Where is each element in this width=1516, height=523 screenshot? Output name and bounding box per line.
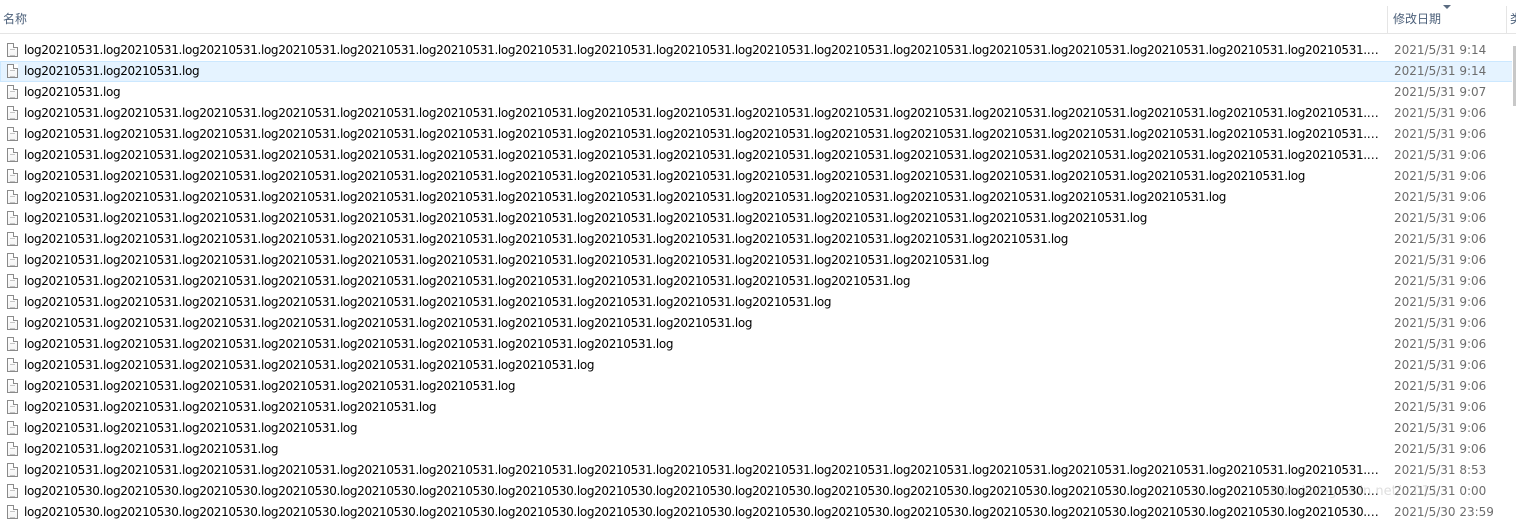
file-name[interactable]: log20210531.log20210531.log20210531.log2… — [24, 146, 1381, 165]
file-name[interactable]: log20210531.log20210531.log — [24, 62, 1381, 81]
file-row[interactable]: log20210531.log20210531.log20210531.log2… — [0, 418, 1516, 439]
file-modified-date: 2021/5/31 9:07 — [1394, 85, 1487, 99]
text-file-icon — [7, 253, 18, 267]
file-row[interactable]: log20210531.log20210531.log20210531.log2… — [0, 208, 1516, 229]
file-name[interactable]: log20210531.log20210531.log20210531.log2… — [24, 251, 1381, 270]
text-file-icon — [7, 190, 18, 204]
file-modified-date: 2021/5/31 9:06 — [1394, 442, 1487, 456]
file-name[interactable]: log20210531.log20210531.log20210531.log2… — [24, 104, 1381, 123]
file-modified-date: 2021/5/31 9:06 — [1394, 337, 1487, 351]
text-file-icon — [7, 274, 18, 288]
file-row[interactable]: log20210531.log20210531.log20210531.log2… — [0, 355, 1516, 376]
file-modified-date: 2021/5/31 9:06 — [1394, 232, 1487, 246]
file-name[interactable]: log20210531.log20210531.log20210531.log2… — [24, 125, 1381, 144]
file-list: log20210531.log20210531.log20210531.log 2… — [0, 40, 1516, 523]
file-name[interactable]: log20210530.log20210530.log20210530.log2… — [24, 503, 1381, 522]
file-row[interactable]: log20210530.log20210530.log20210530.log2… — [0, 502, 1516, 523]
text-file-icon — [7, 484, 18, 498]
file-modified-date: 2021/5/31 9:06 — [1394, 148, 1487, 162]
file-row[interactable]: log20210531.log20210531.log20210531.log2… — [0, 124, 1516, 145]
text-file-icon — [7, 400, 18, 414]
text-file-icon — [7, 295, 18, 309]
file-row[interactable]: log20210531.log20210531.log20210531.log2… — [0, 187, 1516, 208]
file-name[interactable]: log20210531.log20210531.log20210531.log2… — [24, 188, 1381, 207]
text-file-icon — [7, 316, 18, 330]
file-modified-date: 2021/5/31 9:06 — [1394, 190, 1487, 204]
text-file-icon — [7, 211, 18, 225]
file-row[interactable]: log20210531.log20210531.log20210531.log2… — [0, 460, 1516, 481]
file-modified-date: 2021/5/30 23:59 — [1394, 505, 1494, 519]
file-row[interactable]: log20210531.log20210531.log20210531.log2… — [0, 313, 1516, 334]
file-name[interactable]: log20210531.log20210531.log20210531.log — [24, 440, 1381, 459]
file-name[interactable]: log20210531.log20210531.log20210531.log2… — [24, 314, 1381, 333]
text-file-icon — [7, 505, 18, 519]
file-name[interactable]: log20210531.log20210531.log20210531.log2… — [24, 167, 1381, 186]
file-row[interactable]: log20210531.log20210531.log20210531.log2… — [0, 145, 1516, 166]
text-file-icon — [7, 148, 18, 162]
file-name[interactable]: log20210531.log20210531.log20210531.log2… — [24, 209, 1381, 228]
vertical-scrollbar[interactable] — [1512, 40, 1516, 515]
file-modified-date: 2021/5/31 9:06 — [1394, 211, 1487, 225]
file-name[interactable]: log20210531.log20210531.log20210531.log2… — [24, 272, 1381, 291]
file-name[interactable]: log20210531.log20210531.log20210531.log2… — [24, 41, 1381, 60]
text-file-icon — [7, 127, 18, 141]
sort-descending-icon — [1443, 5, 1451, 9]
text-file-icon — [7, 358, 18, 372]
file-modified-date: 2021/5/31 9:06 — [1394, 400, 1487, 414]
file-row[interactable]: log20210531.log20210531.log20210531.log2… — [0, 40, 1516, 61]
file-row[interactable]: log20210531.log20210531.log20210531.log2… — [0, 103, 1516, 124]
file-name[interactable]: log20210531.log20210531.log20210531.log2… — [24, 461, 1381, 480]
text-file-icon — [7, 64, 18, 78]
file-name[interactable]: log20210531.log20210531.log20210531.log2… — [24, 398, 1381, 417]
file-row[interactable]: log20210531.log 2021/5/31 9:07 — [0, 82, 1516, 103]
column-header-bar: 名称 修改日期 类 — [0, 5, 1516, 34]
file-name[interactable]: log20210531.log20210531.log20210531.log2… — [24, 230, 1381, 249]
file-modified-date: 2021/5/31 9:06 — [1394, 295, 1487, 309]
file-row[interactable]: log20210531.log20210531.log20210531.log2… — [0, 271, 1516, 292]
file-modified-date: 2021/5/31 9:06 — [1394, 169, 1487, 183]
file-modified-date: 2021/5/31 9:14 — [1394, 64, 1487, 78]
file-name[interactable]: log20210531.log20210531.log20210531.log2… — [24, 419, 1381, 438]
watermark: https://blog.csdn.net/...011 — [1262, 484, 1439, 499]
file-modified-date: 2021/5/31 9:06 — [1394, 274, 1487, 288]
file-name[interactable]: log20210531.log20210531.log20210531.log2… — [24, 356, 1381, 375]
text-file-icon — [7, 106, 18, 120]
file-row[interactable]: log20210531.log20210531.log20210531.log2… — [0, 397, 1516, 418]
text-file-icon — [7, 85, 18, 99]
file-name[interactable]: log20210531.log20210531.log20210531.log2… — [24, 293, 1381, 312]
file-row[interactable]: log20210531.log20210531.log20210531.log2… — [0, 292, 1516, 313]
file-row[interactable]: log20210531.log20210531.log20210531.log2… — [0, 229, 1516, 250]
text-file-icon — [7, 43, 18, 57]
file-modified-date: 2021/5/31 9:06 — [1394, 253, 1487, 267]
file-modified-date: 2021/5/31 9:06 — [1394, 127, 1487, 141]
text-file-icon — [7, 337, 18, 351]
file-row[interactable]: log20210531.log20210531.log 2021/5/31 9:1… — [0, 61, 1516, 82]
text-file-icon — [7, 232, 18, 246]
file-row[interactable]: log20210531.log20210531.log20210531.log2… — [0, 166, 1516, 187]
column-header-name[interactable]: 名称 — [0, 6, 1387, 33]
file-modified-date: 2021/5/31 8:53 — [1394, 463, 1487, 477]
file-modified-date: 2021/5/31 9:06 — [1394, 106, 1487, 120]
text-file-icon — [7, 421, 18, 435]
file-row[interactable]: log20210531.log20210531.log20210531.log2… — [0, 334, 1516, 355]
column-header-type[interactable]: 类 — [1507, 6, 1516, 33]
file-name[interactable]: log20210531.log20210531.log20210531.log2… — [24, 335, 1381, 354]
file-name[interactable]: log20210530.log20210530.log20210530.log2… — [24, 482, 1381, 501]
file-modified-date: 2021/5/31 9:06 — [1394, 379, 1487, 393]
file-name[interactable]: log20210531.log — [24, 83, 1381, 102]
text-file-icon — [7, 463, 18, 477]
file-modified-date: 2021/5/31 9:14 — [1394, 43, 1487, 57]
column-header-modified[interactable]: 修改日期 — [1388, 6, 1506, 33]
file-row[interactable]: log20210531.log20210531.log20210531.log2… — [0, 376, 1516, 397]
file-row[interactable]: log20210531.log20210531.log20210531.log2… — [0, 250, 1516, 271]
text-file-icon — [7, 169, 18, 183]
file-modified-date: 2021/5/31 9:06 — [1394, 316, 1487, 330]
file-name[interactable]: log20210531.log20210531.log20210531.log2… — [24, 377, 1381, 396]
file-modified-date: 2021/5/31 9:06 — [1394, 421, 1487, 435]
text-file-icon — [7, 379, 18, 393]
text-file-icon — [7, 442, 18, 456]
file-row[interactable]: log20210531.log20210531.log20210531.log 2… — [0, 439, 1516, 460]
file-modified-date: 2021/5/31 9:06 — [1394, 358, 1487, 372]
